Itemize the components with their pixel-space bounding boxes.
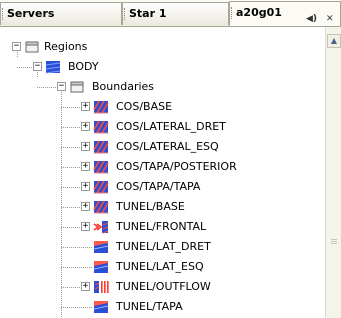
expand-toggle[interactable]: + <box>81 102 90 111</box>
expand-toggle[interactable]: + <box>81 202 90 211</box>
scroll-grip-mark <box>331 243 337 244</box>
symmetry-plane-icon <box>93 240 109 254</box>
folder-icon <box>69 80 85 94</box>
tree-node-boundary[interactable]: TUNEL/LAT_DRET <box>0 237 325 257</box>
tree-node-label: COS/BASE <box>116 100 173 113</box>
tree-node-label: COS/LATERAL_ESQ <box>116 140 219 153</box>
tree-node-boundary[interactable]: + TUNEL/OUTFLOW <box>0 277 325 297</box>
tree-node-boundary[interactable]: + COS/LATERAL_DRET <box>0 117 325 137</box>
collapse-toggle[interactable]: − <box>12 42 21 51</box>
tab-grip <box>124 8 127 20</box>
tree-node-label: TUNEL/OUTFLOW <box>116 280 211 293</box>
tree-node-label: Boundaries <box>92 80 155 93</box>
tree-guide <box>61 207 80 208</box>
symmetry-plane-icon <box>93 300 109 314</box>
tree-node-boundaries[interactable]: − Boundaries <box>0 77 325 97</box>
tree-guide <box>61 307 92 308</box>
tree-node-label: TUNEL/TAPA <box>116 300 183 313</box>
tree-node-body[interactable]: − BODY <box>0 57 325 77</box>
tree-node-label: COS/TAPA/POSTERIOR <box>116 160 237 173</box>
surface-wall-icon <box>93 100 109 114</box>
tab-bar: Servers Star 1 a20g01 ◀) ✕ <box>0 0 341 27</box>
tree-guide <box>61 247 92 248</box>
tab-a20g01[interactable]: a20g01 ◀) ✕ <box>229 1 341 26</box>
symmetry-plane-icon <box>93 260 109 274</box>
tab-grip <box>2 8 5 20</box>
tree-node-boundary[interactable]: TUNEL/TAPA <box>0 297 325 317</box>
tree-node-label: COS/TAPA/TAPA <box>116 180 201 193</box>
surface-wall-icon <box>93 160 109 174</box>
tree-guide <box>61 147 80 148</box>
surface-wall-icon <box>93 180 109 194</box>
region-icon <box>45 60 61 74</box>
expand-toggle[interactable]: + <box>81 222 90 231</box>
region-tree[interactable]: − Regions − BODY − Boundaries + COS/BASE… <box>0 27 325 318</box>
tree-node-regions[interactable]: − Regions <box>0 37 325 57</box>
tree-guide <box>17 67 32 68</box>
tree-guide <box>61 187 80 188</box>
tab-servers[interactable]: Servers <box>0 2 122 25</box>
tree-node-label: TUNEL/LAT_ESQ <box>116 260 204 273</box>
tree-node-boundary[interactable]: + COS/TAPA/POSTERIOR <box>0 157 325 177</box>
tree-node-boundary[interactable]: + TUNEL/BASE <box>0 197 325 217</box>
tree-guide <box>37 87 56 88</box>
outlet-bars-icon <box>93 280 109 294</box>
collapse-toggle[interactable]: − <box>57 82 66 91</box>
tree-guide <box>61 267 92 268</box>
surface-wall-icon <box>93 120 109 134</box>
tree-node-boundary[interactable]: + COS/LATERAL_ESQ <box>0 137 325 157</box>
tree-node-boundary[interactable]: + COS/TAPA/TAPA <box>0 177 325 197</box>
scroll-grip-mark <box>331 239 337 240</box>
tab-label: a20g01 <box>236 6 282 19</box>
expand-toggle[interactable]: + <box>81 122 90 131</box>
inlet-arrow-icon <box>93 220 109 234</box>
tree-node-label: BODY <box>68 60 99 73</box>
expand-toggle[interactable]: + <box>81 182 90 191</box>
tree-guide <box>61 127 80 128</box>
tree-node-boundary[interactable]: + COS/BASE <box>0 97 325 117</box>
tab-label: Star 1 <box>129 7 167 20</box>
tab-grip <box>231 7 234 19</box>
scroll-up-arrow[interactable]: ▲ <box>327 34 341 48</box>
tree-guide <box>61 287 80 288</box>
tab-label: Servers <box>7 7 55 20</box>
folder-icon <box>24 40 40 54</box>
tree-node-label: Regions <box>44 40 88 53</box>
tree-node-boundary[interactable]: + TUNEL/FRONTAL <box>0 217 325 237</box>
expand-toggle[interactable]: + <box>81 162 90 171</box>
tree-guide <box>61 227 80 228</box>
tab-star-1[interactable]: Star 1 <box>122 2 229 25</box>
tree-node-label: COS/LATERAL_DRET <box>116 120 226 133</box>
surface-wall-icon <box>93 140 109 154</box>
tree-guide <box>61 107 80 108</box>
tree-node-label: TUNEL/LAT_DRET <box>116 240 211 253</box>
tree-node-boundary[interactable]: TUNEL/LAT_ESQ <box>0 257 325 277</box>
tree-node-label: TUNEL/BASE <box>116 200 185 213</box>
scroll-grip-mark <box>331 241 337 242</box>
surface-wall-icon <box>93 200 109 214</box>
tree-guide <box>61 167 80 168</box>
collapse-toggle[interactable]: − <box>33 62 42 71</box>
expand-toggle[interactable]: + <box>81 282 90 291</box>
expand-toggle[interactable]: + <box>81 142 90 151</box>
vertical-scrollbar[interactable]: ▲ <box>325 27 341 318</box>
tree-node-label: TUNEL/FRONTAL <box>116 220 207 233</box>
